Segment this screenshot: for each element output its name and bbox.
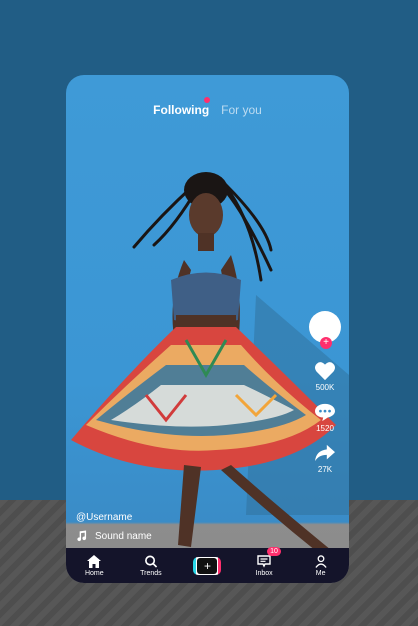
nav-me-label: Me	[315, 569, 326, 577]
nav-inbox[interactable]: 10 Inbox	[244, 546, 284, 577]
phone-screen: Following For you + 500K 1520 27K @Usern…	[66, 75, 349, 583]
nav-me[interactable]: Me	[301, 554, 341, 577]
nav-inbox-label: Inbox	[255, 569, 273, 577]
home-icon	[87, 554, 102, 568]
bottom-navigation: Home Trends + 10 Inbox Me	[66, 546, 349, 583]
inbox-icon	[257, 554, 271, 568]
share-icon	[315, 444, 335, 462]
search-icon	[144, 555, 158, 568]
create-plus-icon: +	[197, 557, 218, 574]
nav-home-label: Home	[84, 569, 104, 577]
sound-name: Sound name	[95, 530, 152, 542]
inbox-badge: 10	[267, 546, 281, 556]
comment-count: 1520	[316, 424, 334, 433]
create-button[interactable]: +	[193, 556, 222, 575]
like-count: 500K	[315, 383, 335, 392]
follow-plus-icon[interactable]: +	[320, 337, 332, 349]
share-button[interactable]: 27K	[314, 443, 336, 474]
nav-home[interactable]: Home	[74, 554, 114, 577]
comment-button[interactable]: 1520	[314, 402, 336, 433]
action-rail: + 500K 1520 27K	[305, 311, 345, 484]
tab-following[interactable]: Following	[153, 103, 209, 117]
creator-avatar[interactable]: +	[309, 311, 341, 349]
comment-icon	[315, 403, 335, 422]
share-count: 27K	[317, 465, 333, 474]
nav-trends-label: Trends	[140, 569, 162, 577]
person-icon	[315, 554, 327, 568]
like-button[interactable]: 500K	[314, 361, 336, 392]
heart-icon	[315, 362, 335, 381]
music-note-icon	[77, 530, 87, 542]
feed-tabs: Following For you	[66, 103, 349, 117]
video-username[interactable]: @Username	[76, 512, 132, 523]
nav-create[interactable]: +	[187, 556, 227, 575]
nav-trends[interactable]: Trends	[131, 555, 171, 577]
tab-for-you[interactable]: For you	[221, 103, 262, 117]
sound-row[interactable]: Sound name	[76, 530, 152, 542]
